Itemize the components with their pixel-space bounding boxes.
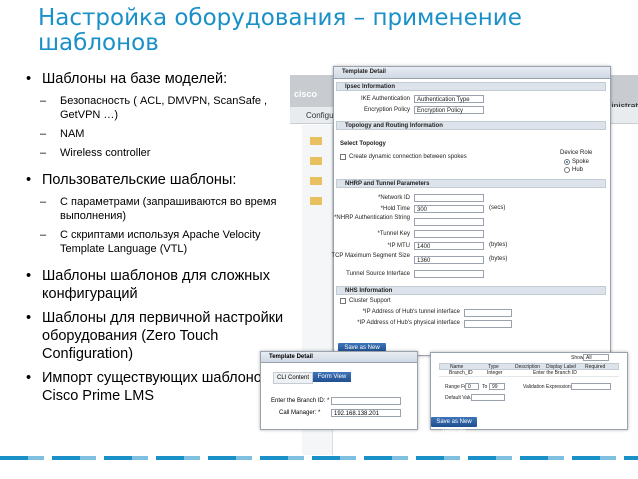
branch-id-label: Enter the Branch ID: * xyxy=(271,398,330,404)
subbullet-nam: NAM xyxy=(24,127,286,141)
subbullet-vtl: С скриптами используя Apache Velocity Te… xyxy=(24,228,286,256)
branch-id-input[interactable] xyxy=(331,397,401,405)
folder-icon[interactable] xyxy=(310,137,322,145)
tunnel-source-input[interactable] xyxy=(414,270,484,278)
row-name: Branch_ID xyxy=(449,370,473,376)
encryption-policy-label: Encryption Policy xyxy=(363,107,410,113)
hub-physical-label: *IP Address of Hub's physical interface xyxy=(357,320,460,326)
dynamic-connection-label: Create dynamic connection between spokes xyxy=(349,154,467,160)
hub-label: Hub xyxy=(572,167,584,173)
save-as-new-template-button-2[interactable]: Save as New Template xyxy=(431,417,477,435)
network-id-input[interactable] xyxy=(414,194,484,202)
cli-template-window: Template Detail CLI Content Form View En… xyxy=(260,351,418,430)
template-detail-window: Template Detail Ipsec Information IKE Au… xyxy=(331,66,611,361)
table-row[interactable]: Branch_ID Integer Enter the Branch ID xyxy=(439,370,619,377)
bullet-model-templates: Шаблоны на базе моделей: xyxy=(24,70,286,88)
subbullet-security: Безопасность ( ACL, DMVPN, ScanSafe , Ge… xyxy=(24,94,286,122)
spoke-label: Spoke xyxy=(572,159,590,165)
device-role-label: Device Role xyxy=(560,150,593,156)
folder-icon[interactable] xyxy=(310,157,322,165)
range-from-input[interactable]: 0 xyxy=(465,383,479,390)
hold-time-unit: (secs) xyxy=(489,205,506,211)
encryption-policy-select[interactable]: Encryption Policy xyxy=(414,106,484,114)
tcp-mss-input[interactable]: 1360 xyxy=(414,256,484,264)
tunnel-source-label: Tunnel Source Interface xyxy=(346,271,410,277)
section-nhs[interactable]: NHS Information xyxy=(336,286,606,295)
ike-auth-select[interactable]: Authentication Type xyxy=(414,95,484,103)
row-display-label: Enter the Branch ID xyxy=(533,370,577,376)
section-topology[interactable]: Topology and Routing Information xyxy=(336,121,606,130)
cisco-logo: cisco xyxy=(294,89,318,99)
footer-stripe xyxy=(0,456,638,460)
tcp-mss-label: TCP Maximum Segment Size xyxy=(331,253,410,259)
call-manager-input[interactable]: 192.168.138.201 xyxy=(331,409,401,417)
hub-tunnel-label: *IP Address of Hub's tunnel interface xyxy=(362,309,460,315)
hub-radio[interactable] xyxy=(564,167,570,173)
bullet-user-templates: Пользовательские шаблоны: xyxy=(24,171,286,189)
bullet-import-lms: Импорт существующих шаблонов с Cisco Pri… xyxy=(24,369,286,405)
subbullet-wireless: Wireless controller xyxy=(24,146,286,160)
bullet-template-of-templates: Шаблоны шаблонов для сложных конфигураци… xyxy=(24,267,286,303)
show-filter-select[interactable]: All xyxy=(583,354,609,361)
slide-title: Настройка оборудования – применение шабл… xyxy=(38,5,522,56)
tunnel-key-input[interactable] xyxy=(414,230,484,238)
ip-mtu-input[interactable]: 1400 xyxy=(414,242,484,250)
cluster-support-label: Cluster Support xyxy=(349,298,391,304)
dynamic-connection-checkbox[interactable] xyxy=(340,154,346,160)
folder-icon[interactable] xyxy=(310,177,322,185)
default-value-input[interactable] xyxy=(471,394,505,401)
window-header: Template Detail xyxy=(261,352,417,363)
section-ipsec[interactable]: Ipsec Information xyxy=(336,82,606,91)
call-manager-label: Call Manager: * xyxy=(279,410,321,416)
cluster-support-checkbox[interactable] xyxy=(340,298,346,304)
auth-string-input[interactable] xyxy=(414,218,484,226)
show-label: Show xyxy=(571,355,584,361)
section-nhrp[interactable]: NHRP and Tunnel Parameters xyxy=(336,179,606,188)
hold-time-label: *Hold Time xyxy=(380,206,410,212)
hold-time-input[interactable]: 300 xyxy=(414,205,484,213)
hub-physical-input[interactable] xyxy=(464,320,512,328)
bullet-list: Шаблоны на базе моделей: Безопасность ( … xyxy=(24,70,286,411)
tcp-mss-unit: (bytes) xyxy=(489,256,508,262)
tab-cli-content[interactable]: CLI Content xyxy=(273,372,313,384)
auth-string-label: *NHRP Authentication String xyxy=(334,215,410,221)
ip-mtu-label: *IP MTU xyxy=(387,243,410,249)
grid-header: Name Type Description Display Label Requ… xyxy=(439,363,619,370)
template-variables-window: Show All Name Type Description Display L… xyxy=(430,352,628,435)
ike-auth-label: IKE Authentication xyxy=(360,96,410,102)
network-id-label: *Network ID xyxy=(377,195,410,201)
validation-input[interactable] xyxy=(571,383,611,390)
to-label: To xyxy=(482,384,488,390)
subbullet-parameters: С параметрами (запрашиваются во время вы… xyxy=(24,195,286,223)
hub-tunnel-input[interactable] xyxy=(464,309,512,317)
tab-form-view[interactable]: Form View xyxy=(313,372,351,382)
bullet-zero-touch: Шаблоны для первичной настройки оборудов… xyxy=(24,309,286,363)
folder-icon[interactable] xyxy=(310,197,322,205)
row-type: Integer xyxy=(487,370,503,376)
spoke-radio[interactable] xyxy=(564,159,570,165)
validation-label: Validation Expression xyxy=(523,384,571,390)
window-header: Template Detail xyxy=(334,67,610,79)
tunnel-key-label: *Tunnel Key xyxy=(377,231,410,237)
select-topology-label: Select Topology xyxy=(340,141,386,147)
range-to-input[interactable]: 99 xyxy=(489,383,505,390)
ip-mtu-unit: (bytes) xyxy=(489,242,508,248)
